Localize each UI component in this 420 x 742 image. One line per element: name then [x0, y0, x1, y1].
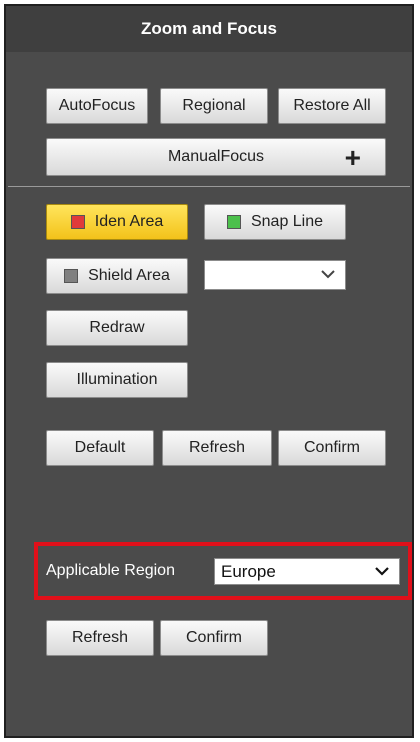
shield-area-color-swatch: [64, 269, 79, 283]
region-confirm-button[interactable]: Confirm: [160, 620, 268, 656]
applicable-region-select[interactable]: Europe: [214, 558, 400, 585]
applicable-region-label-text: Applicable Region: [46, 562, 175, 579]
plus-icon: +: [344, 142, 361, 173]
illumination-button[interactable]: Illumination: [46, 362, 188, 398]
applicable-region-label: Applicable Region: [46, 546, 175, 596]
iden-area-button[interactable]: Iden Area: [46, 204, 188, 240]
region-refresh-button[interactable]: Refresh: [46, 620, 154, 656]
snap-line-button[interactable]: Snap Line: [204, 204, 346, 240]
restore-all-button[interactable]: Restore All: [278, 88, 386, 124]
shield-area-button[interactable]: Shield Area: [46, 258, 188, 294]
redraw-button[interactable]: Redraw: [46, 310, 188, 346]
region-refresh-label: Refresh: [71, 629, 129, 646]
applicable-region-highlight: Applicable Region Europe: [34, 542, 412, 600]
chevron-down-icon: [375, 563, 389, 581]
section-divider: [8, 186, 410, 187]
regional-button[interactable]: Regional: [160, 88, 268, 124]
restore-all-label: Restore All: [293, 97, 371, 114]
snap-line-label: Snap Line: [250, 213, 324, 230]
panel-title-text: Zoom and Focus: [141, 19, 277, 38]
area-dropdown[interactable]: [204, 260, 346, 290]
zoom-focus-panel: Zoom and Focus AutoFocus Regional Restor…: [4, 4, 414, 738]
autofocus-label: AutoFocus: [58, 97, 136, 114]
region-confirm-label: Confirm: [185, 629, 242, 646]
manual-focus-button[interactable]: ManualFocus +: [46, 138, 386, 176]
manual-focus-label: ManualFocus: [167, 148, 265, 165]
snap-line-color-swatch: [226, 215, 241, 229]
iden-area-label: Iden Area: [94, 213, 164, 230]
confirm-label: Confirm: [303, 439, 360, 456]
shield-area-label: Shield Area: [88, 267, 170, 284]
redraw-label: Redraw: [89, 319, 145, 336]
chevron-down-icon: [321, 266, 335, 284]
refresh-label: Refresh: [188, 439, 246, 456]
refresh-button[interactable]: Refresh: [162, 430, 272, 466]
applicable-region-value: Europe: [221, 561, 276, 581]
autofocus-button[interactable]: AutoFocus: [46, 88, 148, 124]
iden-area-color-swatch: [70, 215, 85, 229]
regional-label: Regional: [182, 97, 246, 114]
default-label: Default: [74, 439, 126, 456]
illumination-label: Illumination: [76, 371, 158, 388]
confirm-button[interactable]: Confirm: [278, 430, 386, 466]
default-button[interactable]: Default: [46, 430, 154, 466]
panel-title: Zoom and Focus: [6, 6, 412, 52]
